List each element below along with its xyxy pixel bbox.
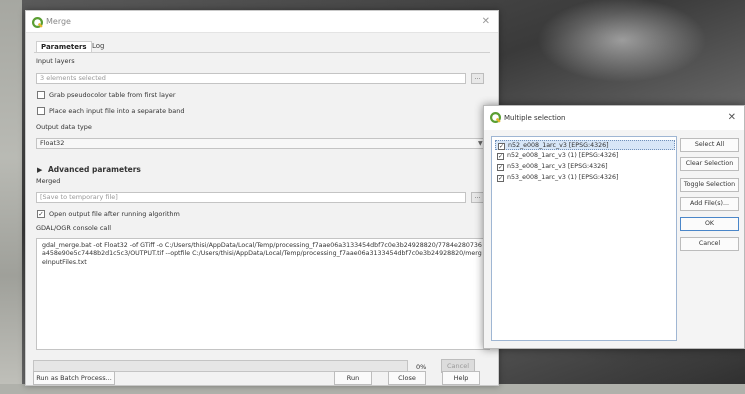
output-data-type-label: Output data type	[36, 123, 92, 131]
grab-pseudocolor-label: Grab pseudocolor table from first layer	[49, 91, 176, 99]
merge-titlebar: Merge ✕	[26, 11, 498, 33]
background-panel	[0, 0, 22, 394]
run-batch-button[interactable]: Run as Batch Process...	[33, 371, 115, 385]
help-button[interactable]: Help	[442, 371, 480, 385]
merge-title: Merge	[46, 17, 71, 26]
checkbox-icon[interactable]: ✓	[498, 143, 505, 150]
multiple-selection-titlebar: Multiple selection ✕	[484, 106, 744, 130]
ok-button[interactable]: OK	[680, 217, 739, 231]
checkbox-icon[interactable]: ✓	[497, 175, 504, 182]
run-button[interactable]: Run	[334, 371, 372, 385]
list-item-label: n52_e008_1arc_v3 [EPSG:4326]	[508, 142, 609, 149]
layer-list[interactable]: ✓ n52_e008_1arc_v3 [EPSG:4326] ✓ n52_e008_…	[491, 136, 677, 341]
list-item-label: n52_e008_1arc_v3 (1) [EPSG:4326]	[507, 152, 619, 159]
tab-divider	[34, 52, 490, 53]
close-icon[interactable]: ✕	[728, 112, 736, 123]
separate-band-label: Place each input file into a separate ba…	[49, 107, 185, 115]
input-layers-field[interactable]: 3 elements selected	[36, 73, 466, 84]
add-files-button[interactable]: Add File(s)...	[680, 197, 739, 211]
list-item[interactable]: ✓ n53_e008_1arc_v3 (1) [EPSG:4326]	[495, 173, 675, 183]
open-output-checkbox[interactable]: ✓	[37, 210, 45, 218]
input-layers-browse-button[interactable]: ...	[471, 73, 484, 84]
merged-output-field[interactable]: [Save to temporary file]	[36, 192, 466, 203]
checkbox-icon[interactable]: ✓	[497, 164, 504, 171]
merge-dialog: Merge ✕ Parameters Log Input layers 3 el…	[25, 10, 499, 386]
expand-arrow-icon[interactable]: ▶	[37, 166, 42, 174]
list-item-label: n53_e008_1arc_v3 (1) [EPSG:4326]	[507, 174, 619, 181]
close-icon[interactable]: ✕	[482, 16, 490, 27]
list-item[interactable]: ✓ n52_e008_1arc_v3 [EPSG:4326]	[495, 140, 675, 150]
console-label: GDAL/OGR console call	[36, 224, 111, 232]
progress-percent: 0%	[416, 363, 427, 371]
tab-parameters[interactable]: Parameters	[36, 41, 92, 52]
tab-log[interactable]: Log	[88, 41, 109, 52]
cancel-button[interactable]: Cancel	[680, 237, 739, 251]
list-item-label: n53_e008_1arc_v3 [EPSG:4326]	[507, 163, 608, 170]
advanced-parameters-toggle[interactable]: Advanced parameters	[48, 165, 141, 174]
multiple-selection-dialog: Multiple selection ✕ ✓ n52_e008_1arc_v3 […	[483, 105, 745, 349]
multiple-selection-title: Multiple selection	[504, 114, 566, 122]
separate-band-checkbox[interactable]	[37, 107, 45, 115]
open-output-label: Open output file after running algorithm	[49, 210, 180, 218]
grab-pseudocolor-checkbox[interactable]	[37, 91, 45, 99]
console-call-text[interactable]: gdal_merge.bat -ot Float32 -of GTiff -o …	[36, 238, 490, 350]
output-data-type-select[interactable]: Float32	[36, 138, 490, 149]
chevron-down-icon[interactable]: ▼	[478, 140, 483, 147]
toggle-selection-button[interactable]: Toggle Selection	[680, 178, 739, 192]
select-all-button[interactable]: Select All	[680, 138, 739, 152]
merged-label: Merged	[36, 177, 61, 185]
list-item[interactable]: ✓ n53_e008_1arc_v3 [EPSG:4326]	[495, 162, 675, 172]
qgis-icon	[490, 112, 501, 123]
checkbox-icon[interactable]: ✓	[497, 153, 504, 160]
clear-selection-button[interactable]: Clear Selection	[680, 157, 739, 171]
input-layers-label: Input layers	[36, 57, 75, 65]
close-button[interactable]: Close	[388, 371, 426, 385]
qgis-icon	[32, 17, 43, 28]
list-item[interactable]: ✓ n52_e008_1arc_v3 (1) [EPSG:4326]	[495, 151, 675, 161]
